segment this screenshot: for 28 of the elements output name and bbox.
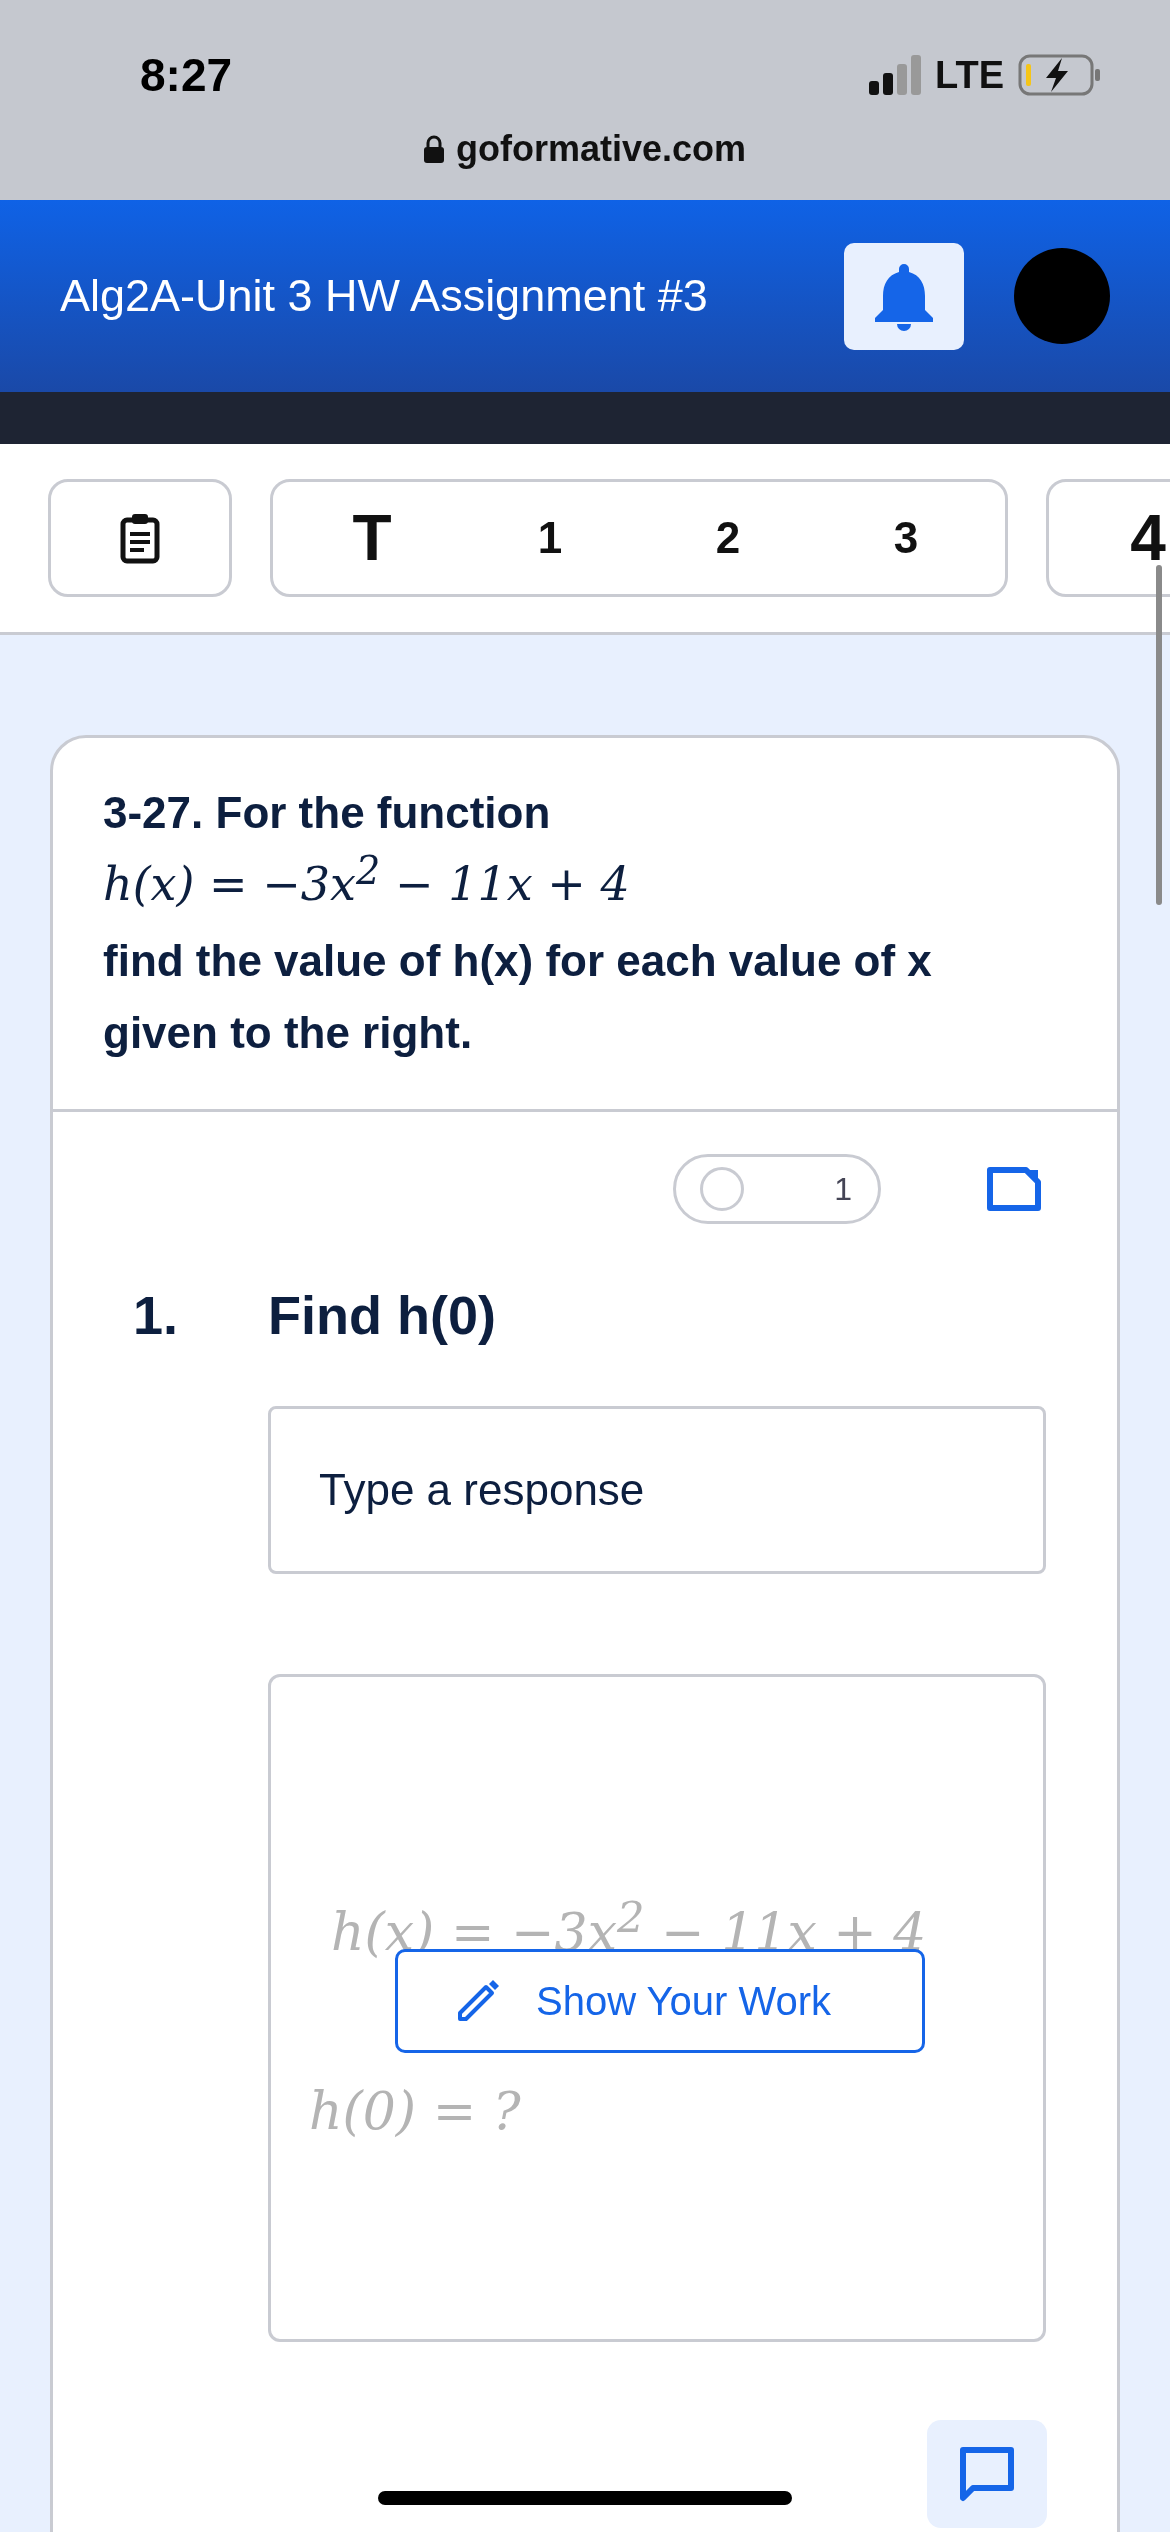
- response-field[interactable]: Type a response: [268, 1406, 1046, 1575]
- work-preview-text: h(0) = ?: [309, 2080, 521, 2141]
- question-tab[interactable]: 3: [817, 493, 995, 583]
- overview-tab[interactable]: [48, 479, 232, 597]
- question-tab[interactable]: 2: [639, 493, 817, 583]
- clipboard-icon: [120, 512, 160, 564]
- comment-button[interactable]: [927, 2420, 1047, 2528]
- signal-icon: [869, 55, 922, 95]
- question-title: 3-27. For the function: [103, 788, 552, 838]
- question-tab[interactable]: 1: [461, 493, 639, 583]
- speech-bubble-icon: [957, 2444, 1017, 2504]
- part-number: 1.: [133, 1284, 180, 1347]
- function-formula: h(x) = −3x$^{2}$ − 11x + 4: [103, 848, 631, 912]
- battery-icon: [1018, 54, 1100, 96]
- question-text: find the value of h(x) for each value of x given to the right.: [103, 935, 933, 1060]
- status-time: 8:27: [140, 48, 233, 102]
- part-prompt: Find h(0): [268, 1284, 496, 1347]
- assignment-title: Alg2A-Unit 3 HW Assignment #3: [60, 270, 709, 322]
- url-text[interactable]: goformative.com: [455, 128, 747, 170]
- lock-icon: [423, 135, 444, 163]
- points-toggle[interactable]: 1: [673, 1154, 881, 1225]
- network-label: LTE: [935, 53, 1004, 97]
- show-work-button[interactable]: Show Your Work: [395, 1949, 925, 2054]
- note-icon[interactable]: [986, 1166, 1042, 1213]
- notifications-button[interactable]: [844, 242, 964, 350]
- question-tab[interactable]: 4: [1059, 493, 1170, 583]
- scrollbar[interactable]: [1156, 565, 1162, 905]
- question-tab[interactable]: T: [283, 493, 461, 583]
